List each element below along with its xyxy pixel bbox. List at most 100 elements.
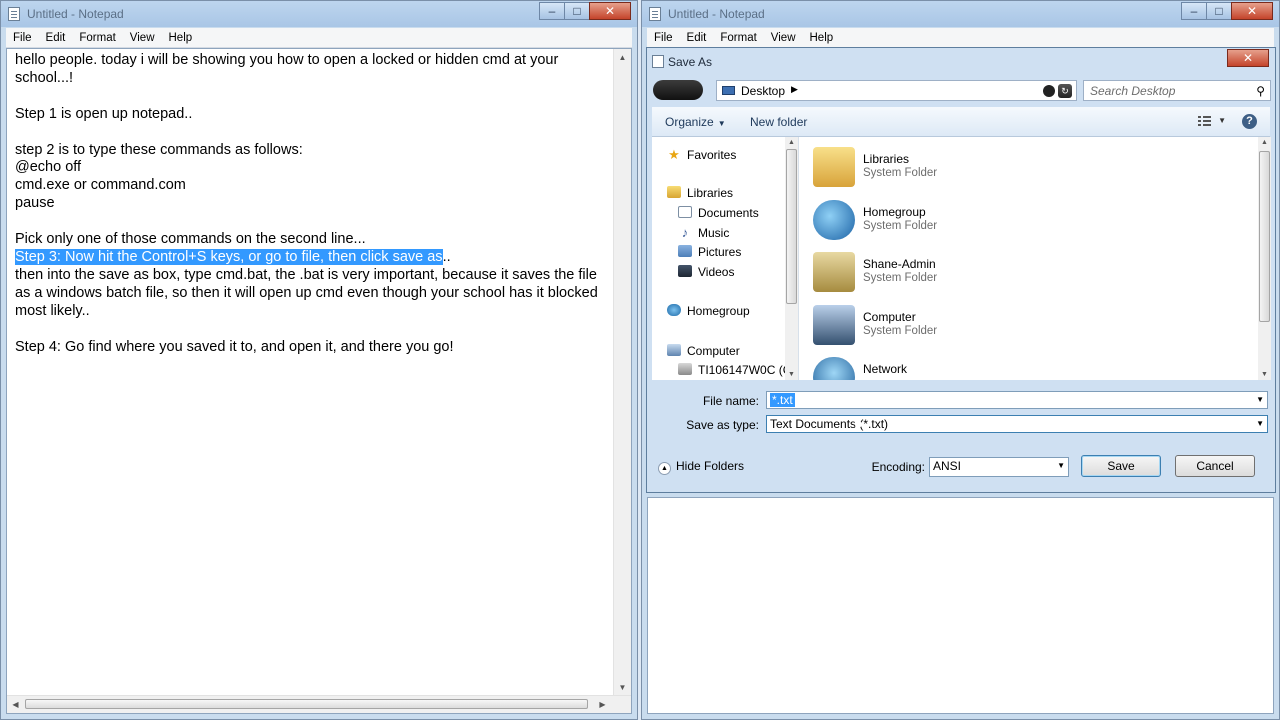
organize-button[interactable]: Organize ▼ — [665, 115, 726, 129]
menu-view[interactable]: View — [764, 32, 803, 44]
file-list-scrollbar[interactable]: ▲ ▼ — [1258, 137, 1271, 380]
item-type: System Folder — [863, 220, 938, 232]
minimize-button[interactable]: – — [1181, 2, 1207, 20]
nav-pictures[interactable]: Pictures — [678, 245, 741, 259]
item-type: System Folder — [863, 272, 938, 284]
maximize-button[interactable]: □ — [1206, 2, 1232, 20]
maximize-button[interactable]: □ — [564, 2, 590, 20]
nav-label: Videos — [698, 265, 735, 279]
dialog-title-bar[interactable]: Save As ✕ — [647, 48, 1275, 76]
libraries-icon — [813, 147, 855, 187]
menu-format[interactable]: Format — [713, 32, 763, 44]
hide-folders-button[interactable]: ▲ Hide Folders — [658, 459, 744, 475]
menu-edit[interactable]: Edit — [39, 32, 73, 44]
close-button[interactable]: ✕ — [589, 2, 631, 20]
file-list-scroll-thumb[interactable] — [1259, 151, 1270, 322]
file-name-value[interactable]: *.txt — [770, 393, 795, 407]
encoding-select[interactable]: ANSI ▼ — [929, 457, 1069, 477]
scrollbar-corner — [614, 696, 631, 713]
save-as-type-label: Save as type: — [686, 418, 759, 432]
scroll-down-icon[interactable]: ▼ — [1258, 366, 1271, 380]
menu-format[interactable]: Format — [72, 32, 122, 44]
nav-libraries[interactable]: Libraries — [667, 186, 733, 200]
scroll-up-icon[interactable]: ▲ — [614, 49, 631, 66]
address-bar[interactable]: Desktop ▶ ↻ — [716, 80, 1077, 101]
menu-edit[interactable]: Edit — [680, 32, 714, 44]
new-folder-button[interactable]: New folder — [750, 115, 807, 129]
scroll-down-icon[interactable]: ▼ — [785, 366, 798, 380]
menu-view[interactable]: View — [123, 32, 162, 44]
menu-help[interactable]: Help — [803, 32, 841, 44]
file-name-selected: *.txt — [770, 393, 795, 407]
music-icon: ♪ — [681, 225, 689, 240]
menu-file[interactable]: File — [647, 32, 680, 44]
text-before-selection: hello people. today i will be showing yo… — [15, 52, 559, 248]
menu-help[interactable]: Help — [162, 32, 200, 44]
documents-icon — [678, 206, 692, 218]
list-item[interactable]: Computer System Folder — [813, 303, 1113, 349]
address-dropdown-icon[interactable] — [1043, 85, 1055, 97]
navigation-row: Desktop ▶ ↻ Search Desktop ⚲ — [652, 78, 1271, 104]
scroll-left-icon[interactable]: ◀ — [7, 696, 24, 713]
item-name: Shane-Admin — [863, 257, 936, 271]
editor-content[interactable]: hello people. today i will be showing yo… — [15, 52, 607, 356]
homegroup-icon — [667, 304, 681, 316]
text-editor[interactable]: hello people. today i will be showing yo… — [6, 48, 632, 714]
close-button[interactable]: ✕ — [1231, 2, 1273, 20]
save-button[interactable]: Save — [1081, 455, 1161, 477]
search-icon[interactable]: ⚲ — [1256, 84, 1265, 98]
organize-label: Organize — [665, 115, 714, 129]
chevron-up-icon: ▲ — [658, 462, 671, 475]
nav-computer[interactable]: Computer — [667, 344, 740, 358]
dialog-close-button[interactable]: ✕ — [1227, 49, 1269, 67]
list-item[interactable]: Libraries System Folder — [813, 145, 1113, 191]
view-options-icon[interactable] — [1198, 115, 1212, 127]
chevron-down-icon: ▼ — [717, 119, 726, 128]
dialog-title: Save As — [668, 55, 713, 69]
list-item[interactable]: Shane-Admin System Folder — [813, 250, 1113, 296]
drive-icon — [678, 363, 692, 375]
nav-documents[interactable]: Documents — [678, 206, 759, 220]
chevron-down-icon[interactable]: ▼ — [1256, 419, 1264, 428]
scroll-up-icon[interactable]: ▲ — [1258, 137, 1271, 151]
navigation-pane: ★ Favorites Libraries Documents ♪ Music Pi… — [652, 137, 799, 380]
minimize-button[interactable]: – — [539, 2, 565, 20]
chevron-down-icon[interactable]: ▼ — [1218, 116, 1226, 125]
refresh-icon[interactable]: ↻ — [1058, 84, 1072, 98]
search-placeholder: Search Desktop — [1090, 84, 1176, 98]
videos-icon — [678, 265, 692, 277]
chevron-down-icon[interactable]: ▼ — [1256, 395, 1264, 404]
nav-drive-c[interactable]: TI106147W0C (C: — [678, 363, 795, 377]
list-item[interactable]: Network — [813, 355, 1113, 380]
cancel-button[interactable]: Cancel — [1175, 455, 1255, 477]
back-forward-buttons[interactable] — [653, 80, 703, 100]
save-as-type-select[interactable]: Text Documents (*.txt) ▼ — [766, 415, 1268, 433]
title-bar[interactable]: Untitled - Notepad – □ ✕ — [1, 1, 637, 27]
nav-pane-scrollbar[interactable]: ▲ ▼ — [785, 137, 798, 380]
address-location[interactable]: Desktop — [741, 84, 785, 98]
search-input[interactable]: Search Desktop ⚲ — [1083, 80, 1271, 101]
desktop-icon — [722, 86, 735, 95]
chevron-down-icon[interactable]: ▼ — [1057, 461, 1065, 470]
scroll-right-icon[interactable]: ▶ — [594, 696, 611, 713]
horizontal-scrollbar[interactable]: ◀ ▶ — [7, 695, 631, 713]
file-name-field[interactable]: *.txt ▼ — [766, 391, 1268, 409]
title-bar[interactable]: Untitled - Notepad – □ ✕ — [642, 1, 1279, 27]
nav-music[interactable]: ♪ Music — [678, 225, 730, 240]
nav-scroll-thumb[interactable] — [786, 149, 797, 304]
text-editor[interactable] — [647, 497, 1274, 714]
horizontal-scroll-thumb[interactable] — [25, 699, 588, 709]
chevron-right-icon[interactable]: ▶ — [791, 84, 798, 95]
menu-file[interactable]: File — [6, 32, 39, 44]
nav-videos[interactable]: Videos — [678, 265, 734, 279]
encoding-value: ANSI — [933, 459, 962, 473]
help-icon[interactable]: ? — [1242, 114, 1257, 129]
menu-bar: File Edit Format View Help — [6, 28, 632, 48]
scroll-down-icon[interactable]: ▼ — [614, 679, 631, 696]
nav-favorites[interactable]: ★ Favorites — [667, 147, 736, 163]
list-item[interactable]: Homegroup System Folder — [813, 198, 1113, 244]
item-name: Libraries — [863, 152, 910, 166]
vertical-scrollbar[interactable]: ▲ ▼ — [613, 49, 631, 696]
nav-homegroup[interactable]: Homegroup — [667, 304, 750, 318]
notepad-window-left: Untitled - Notepad – □ ✕ File Edit Forma… — [0, 0, 638, 720]
